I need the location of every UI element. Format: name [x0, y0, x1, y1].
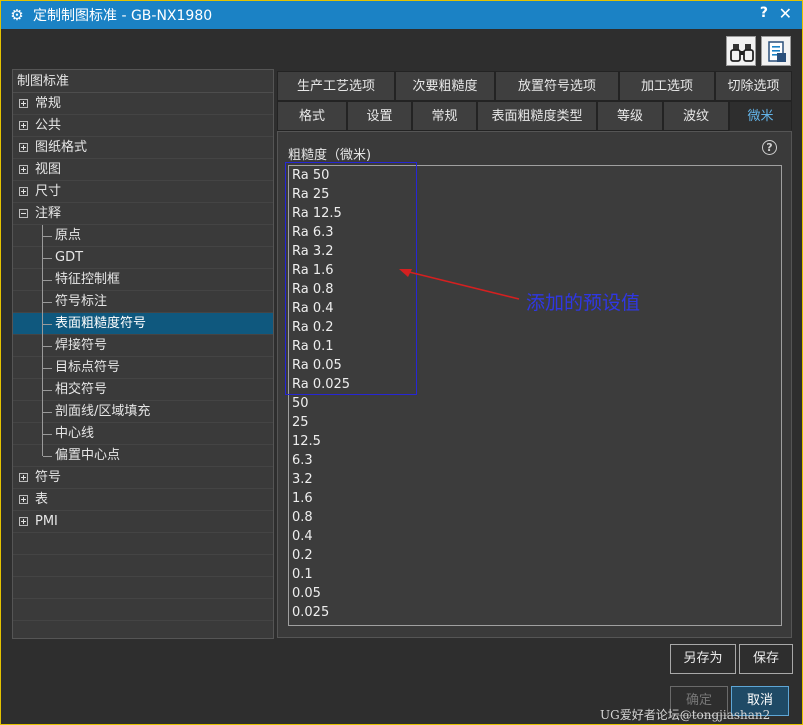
- annotation-arrow: [399, 269, 520, 300]
- save-as-button[interactable]: 另存为: [670, 644, 736, 674]
- watermark: UG爱好者论坛@tongjiashan2: [600, 708, 771, 722]
- annotation-text: 添加的预设值: [526, 292, 641, 314]
- save-button[interactable]: 保存: [739, 644, 793, 674]
- dialog-window: ⚙ 定制制图标准 - GB-NX1980 ? ✕ 制图标准 常规 公共 图纸格式 视图…: [0, 0, 803, 725]
